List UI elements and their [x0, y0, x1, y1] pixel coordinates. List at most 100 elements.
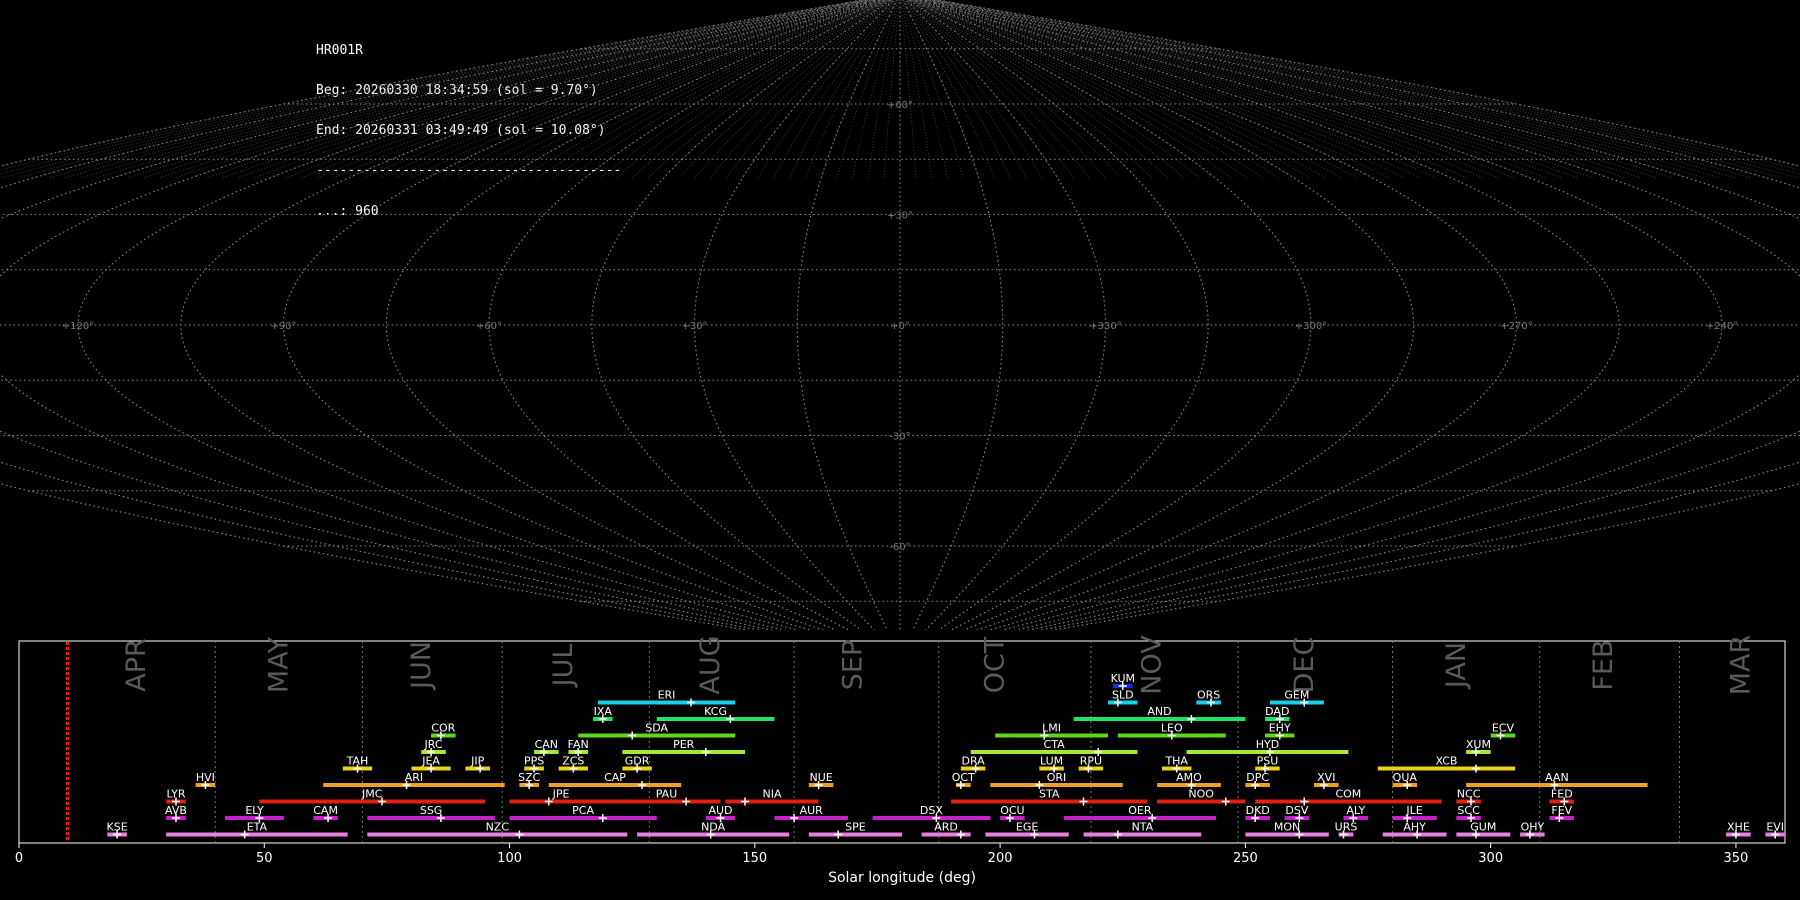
sky-trail	[900, 0, 932, 178]
sky-trail	[910, 0, 1168, 178]
shower-xcb: XCB	[1377, 755, 1516, 773]
shower-cor: COR	[431, 722, 456, 740]
current-sol-marker	[65, 642, 70, 842]
shower-label: DSV	[1285, 804, 1308, 817]
shower-rpu: RPU	[1078, 755, 1104, 773]
shower-label: GEM	[1284, 689, 1309, 702]
sky-trail	[222, 0, 875, 178]
shower-nda: NDA	[637, 821, 790, 839]
sky-trail	[910, 0, 1184, 178]
shower-jpe: JPE	[509, 788, 613, 806]
shower-gdr: GDR	[622, 755, 652, 773]
shower-psu: PSU	[1255, 755, 1280, 773]
sky-trail	[160, 0, 872, 178]
shower-eri: ERI	[597, 689, 736, 707]
shower-nia: NIA	[725, 788, 819, 806]
shower-label: CAP	[604, 771, 626, 784]
shower-label: JRC	[423, 738, 442, 751]
shower-label: XVI	[1317, 771, 1335, 784]
shower-label: DSX	[920, 804, 943, 817]
sky-trail	[852, 0, 899, 178]
sky-trail	[868, 0, 900, 178]
shower-oer: OER	[1063, 804, 1216, 822]
shower-label: PCA	[572, 804, 594, 817]
shower-label: AUD	[708, 804, 732, 817]
shower-sld: SLD	[1108, 689, 1138, 707]
sky-trail	[900, 0, 916, 178]
shower-ely: ELY	[225, 804, 284, 822]
sky-trail	[191, 0, 874, 178]
month-label: SEP	[837, 640, 868, 690]
shower-lyr: LYR	[166, 788, 186, 806]
shower-label: ORS	[1197, 689, 1220, 702]
sky-trail	[65, 0, 869, 178]
shower-com: COM	[1255, 788, 1442, 806]
shower-fed: FED	[1549, 788, 1575, 806]
shower-jmc: JMC	[259, 788, 486, 806]
sky-trail	[411, 0, 882, 178]
sky-trail	[128, 0, 871, 178]
sky-trail	[207, 0, 874, 178]
shower-gem: GEM	[1269, 689, 1324, 707]
shower-cam: CAM	[313, 804, 338, 822]
shower-pau: PAU	[612, 788, 721, 806]
shower-label: EVI	[1766, 821, 1784, 834]
shower-label: QUA	[1393, 771, 1418, 784]
shower-cap: CAP	[548, 771, 682, 789]
sky-trail	[443, 0, 883, 178]
shower-gum: GUM	[1456, 821, 1511, 839]
x-axis-label: Solar longitude (deg)	[828, 870, 976, 886]
shower-label: PPS	[524, 755, 544, 768]
shower-jle: JLE	[1392, 804, 1437, 822]
sky-trail	[34, 0, 868, 178]
shower-nzc: NZC	[367, 821, 628, 839]
shower-label: ORI	[1047, 771, 1067, 784]
shower-label: ZCS	[562, 755, 584, 768]
shower-spe: SPE	[808, 821, 902, 839]
sky-trail	[926, 0, 1609, 178]
shower-label: PSU	[1257, 755, 1279, 768]
sky-trail	[836, 0, 898, 178]
meridian-line	[928, 0, 1800, 630]
shower-amo: AMO	[1157, 771, 1221, 789]
sky-trail	[902, 0, 964, 178]
month-label: MAY	[264, 636, 295, 693]
longitude-tick-label: +120°	[62, 321, 94, 332]
shower-label: NDA	[701, 821, 726, 834]
shower-label: AUR	[800, 804, 824, 817]
meridian-line	[0, 0, 866, 630]
month-label: DEC	[1289, 637, 1320, 694]
shower-hvi: HVI	[195, 771, 216, 789]
shower-pps: PPS	[524, 755, 544, 773]
shower-label: IXA	[594, 705, 613, 718]
sky-trail	[616, 0, 890, 178]
shower-label: XCB	[1436, 755, 1458, 768]
latitude-tick-label: +30°	[887, 211, 913, 222]
shower-label: NZC	[486, 821, 510, 834]
sky-trail	[917, 0, 1357, 178]
sky-trail	[928, 0, 1656, 178]
x-tick-label: 200	[988, 851, 1013, 866]
x-tick-label: 0	[15, 851, 23, 866]
shower-label: SCC	[1457, 804, 1480, 817]
shower-label: DAD	[1265, 705, 1289, 718]
meridian-line	[902, 0, 1004, 630]
latitude-tick-label: -30°	[889, 432, 910, 443]
shower-nue: NUE	[808, 771, 834, 789]
latitude-tick-label: +60°	[887, 100, 913, 111]
shower-label: CAM	[313, 804, 338, 817]
sky-trail	[921, 0, 1467, 178]
meridian-line	[0, 0, 872, 630]
sky-trail	[742, 0, 895, 178]
sky-trail	[906, 0, 1074, 178]
longitude-tick-label: +270°	[1500, 321, 1532, 332]
month-label: JUL	[548, 644, 579, 689]
sky-trail	[348, 0, 880, 178]
meridian-line	[796, 0, 898, 630]
shower-aur: AUR	[774, 804, 849, 822]
shower-sda: SDA	[578, 722, 736, 740]
shower-ecv: ECV	[1490, 722, 1516, 740]
month-label: FEB	[1588, 639, 1619, 690]
sky-trail	[710, 0, 893, 178]
shower-label: ERI	[658, 689, 676, 702]
